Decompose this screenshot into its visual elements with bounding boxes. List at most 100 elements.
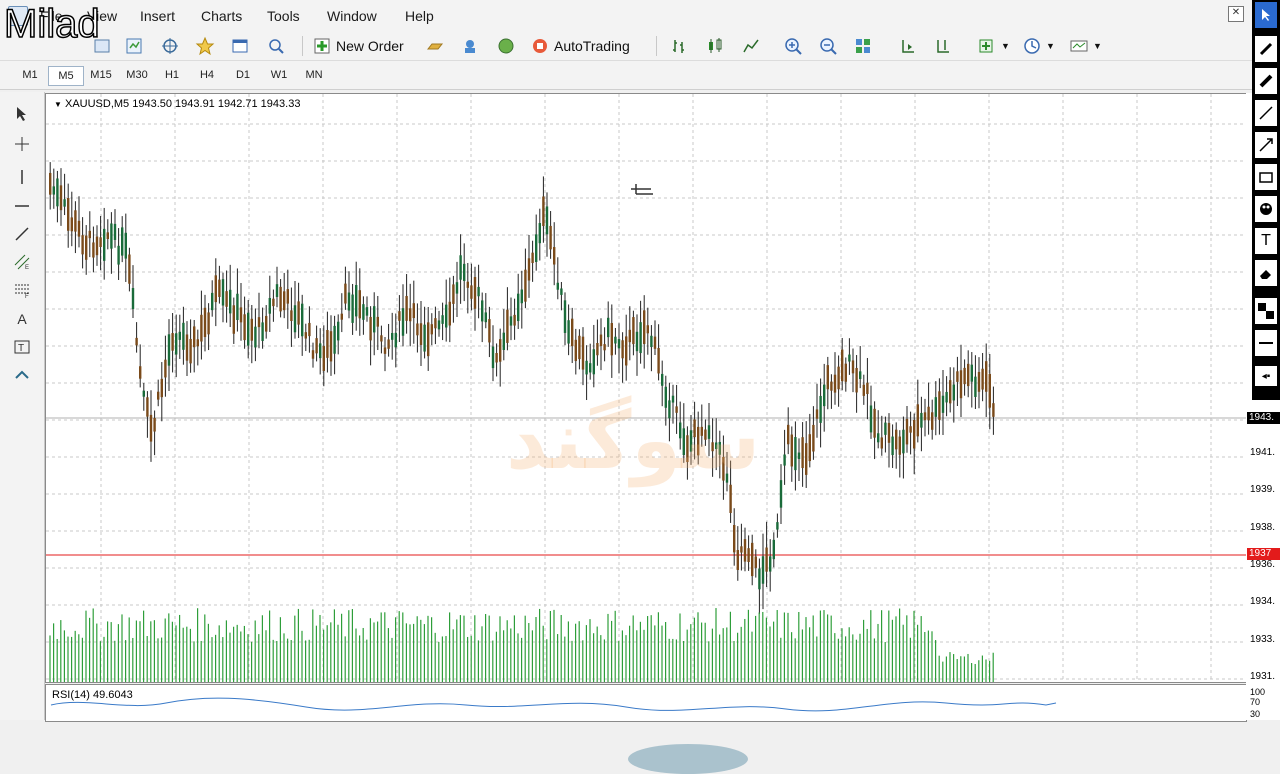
price-label: 1941.: [1250, 447, 1276, 458]
rsi-panel[interactable]: RSI(14) 49.6043: [45, 684, 1247, 722]
candle-body: [484, 312, 487, 323]
candle-body: [787, 424, 790, 445]
market-watch-icon[interactable]: [124, 35, 148, 57]
candle-body: [632, 317, 635, 345]
eraser-icon[interactable]: [1255, 260, 1277, 286]
horizontal-line-icon[interactable]: [10, 194, 34, 218]
candle-body: [279, 286, 282, 312]
menu-tools[interactable]: Tools: [267, 8, 300, 24]
tile-windows-icon[interactable]: [853, 35, 877, 57]
candle-body: [171, 333, 174, 351]
menu-charts[interactable]: Charts: [201, 8, 242, 24]
equidistant-channel-icon[interactable]: E: [10, 250, 34, 274]
text-tool-icon[interactable]: T: [1255, 228, 1277, 254]
candle-body: [167, 334, 171, 366]
bar-chart-icon[interactable]: [670, 35, 694, 57]
timeframe-w1[interactable]: W1: [262, 66, 296, 84]
zoom-out-icon[interactable]: [818, 35, 842, 57]
candle-body: [945, 391, 948, 403]
chevron-down-icon: ▼: [54, 100, 62, 109]
checker-pattern-icon[interactable]: [1255, 298, 1277, 324]
candle-body: [963, 367, 966, 385]
text-tool-icon[interactable]: A: [10, 307, 34, 331]
candle-body: [574, 339, 577, 362]
menu-help[interactable]: Help: [405, 8, 434, 24]
timeframe-d1[interactable]: D1: [226, 66, 260, 84]
timeframe-h4[interactable]: H4: [190, 66, 224, 84]
candle-body: [949, 380, 952, 404]
candle-body: [207, 312, 210, 335]
arrow-tool-icon[interactable]: [1255, 132, 1277, 158]
candle-body: [592, 349, 595, 375]
timeframe-h1[interactable]: H1: [155, 66, 189, 84]
candle-body: [182, 322, 185, 350]
candle-body: [247, 312, 250, 346]
candle-body: [491, 346, 495, 369]
candle-body: [509, 316, 513, 326]
menu-window[interactable]: Window: [327, 8, 377, 24]
favorites-icon[interactable]: [195, 35, 219, 57]
zoom-in-icon[interactable]: [783, 35, 807, 57]
candle-body: [941, 395, 945, 413]
timeframe-m30[interactable]: M30: [120, 66, 154, 84]
line-chart-icon[interactable]: [741, 35, 765, 57]
gold-bars-icon[interactable]: [425, 35, 449, 57]
line-width-icon[interactable]: [1255, 330, 1277, 356]
timeframe-m5[interactable]: M5: [48, 66, 84, 86]
price-label: 1939.: [1250, 484, 1276, 495]
crosshair-icon[interactable]: [10, 132, 34, 156]
periods-icon[interactable]: ▼: [1022, 35, 1055, 57]
candle-body: [815, 409, 819, 419]
candle-body: [214, 275, 217, 303]
candle-body: [603, 344, 606, 351]
navigator-icon[interactable]: [160, 35, 184, 57]
menu-insert[interactable]: Insert: [140, 8, 175, 24]
price-label: 1938.: [1250, 522, 1276, 533]
terminal-icon[interactable]: [230, 35, 254, 57]
price-chart[interactable]: ▼ XAUUSD,M5 1943.50 1943.91 1942.71 1943…: [45, 93, 1247, 774]
candle-body: [355, 285, 358, 317]
candle-body: [142, 390, 145, 397]
candle-body: [380, 335, 383, 342]
collapse-palette-icon[interactable]: ◂▪: [1255, 366, 1277, 386]
candle-body: [625, 336, 628, 366]
vertical-line-icon[interactable]: [10, 165, 34, 189]
candle-body: [934, 397, 937, 417]
candle-body: [607, 317, 610, 338]
strategy-tester-icon[interactable]: [266, 35, 290, 57]
text-label-icon[interactable]: T: [10, 335, 34, 359]
pointer-icon[interactable]: [1255, 2, 1277, 28]
candle-body: [293, 305, 297, 333]
candle-body: [49, 172, 52, 195]
trendline-icon[interactable]: [10, 222, 34, 246]
auto-scroll-icon[interactable]: [933, 35, 957, 57]
line-tool-icon[interactable]: [1255, 100, 1277, 126]
timeframe-mn[interactable]: MN: [297, 66, 331, 84]
market-icon[interactable]: [496, 35, 520, 57]
timeframe-m15[interactable]: M15: [84, 66, 118, 84]
signals-icon[interactable]: [460, 35, 484, 57]
candle-body: [884, 422, 887, 435]
candle-body: [81, 235, 84, 255]
timeframe-m1[interactable]: M1: [13, 66, 47, 84]
color-palette-icon[interactable]: [1255, 196, 1277, 222]
autotrading-button[interactable]: AutoTrading: [530, 35, 630, 57]
indicators-icon[interactable]: ▼: [977, 35, 1010, 57]
rectangle-tool-icon[interactable]: [1255, 164, 1277, 190]
fibonacci-icon[interactable]: F: [10, 278, 34, 302]
chart-shift-icon[interactable]: [898, 35, 922, 57]
candle-body: [196, 339, 199, 347]
candle-body: [139, 366, 142, 379]
candle-body: [779, 480, 783, 508]
close-window-button[interactable]: ✕: [1228, 6, 1244, 22]
templates-icon[interactable]: ▼: [1069, 35, 1102, 57]
chevron-down-icon: ▼: [1001, 41, 1010, 51]
pen-icon[interactable]: [1255, 36, 1277, 62]
new-order-button[interactable]: New Order: [312, 35, 404, 57]
arrows-icon[interactable]: [10, 364, 34, 388]
cursor-icon[interactable]: [10, 102, 34, 126]
candlestick-chart-icon[interactable]: [705, 35, 729, 57]
marker-icon[interactable]: [1255, 68, 1277, 94]
candle-body: [211, 292, 214, 311]
candle-body: [149, 414, 153, 442]
